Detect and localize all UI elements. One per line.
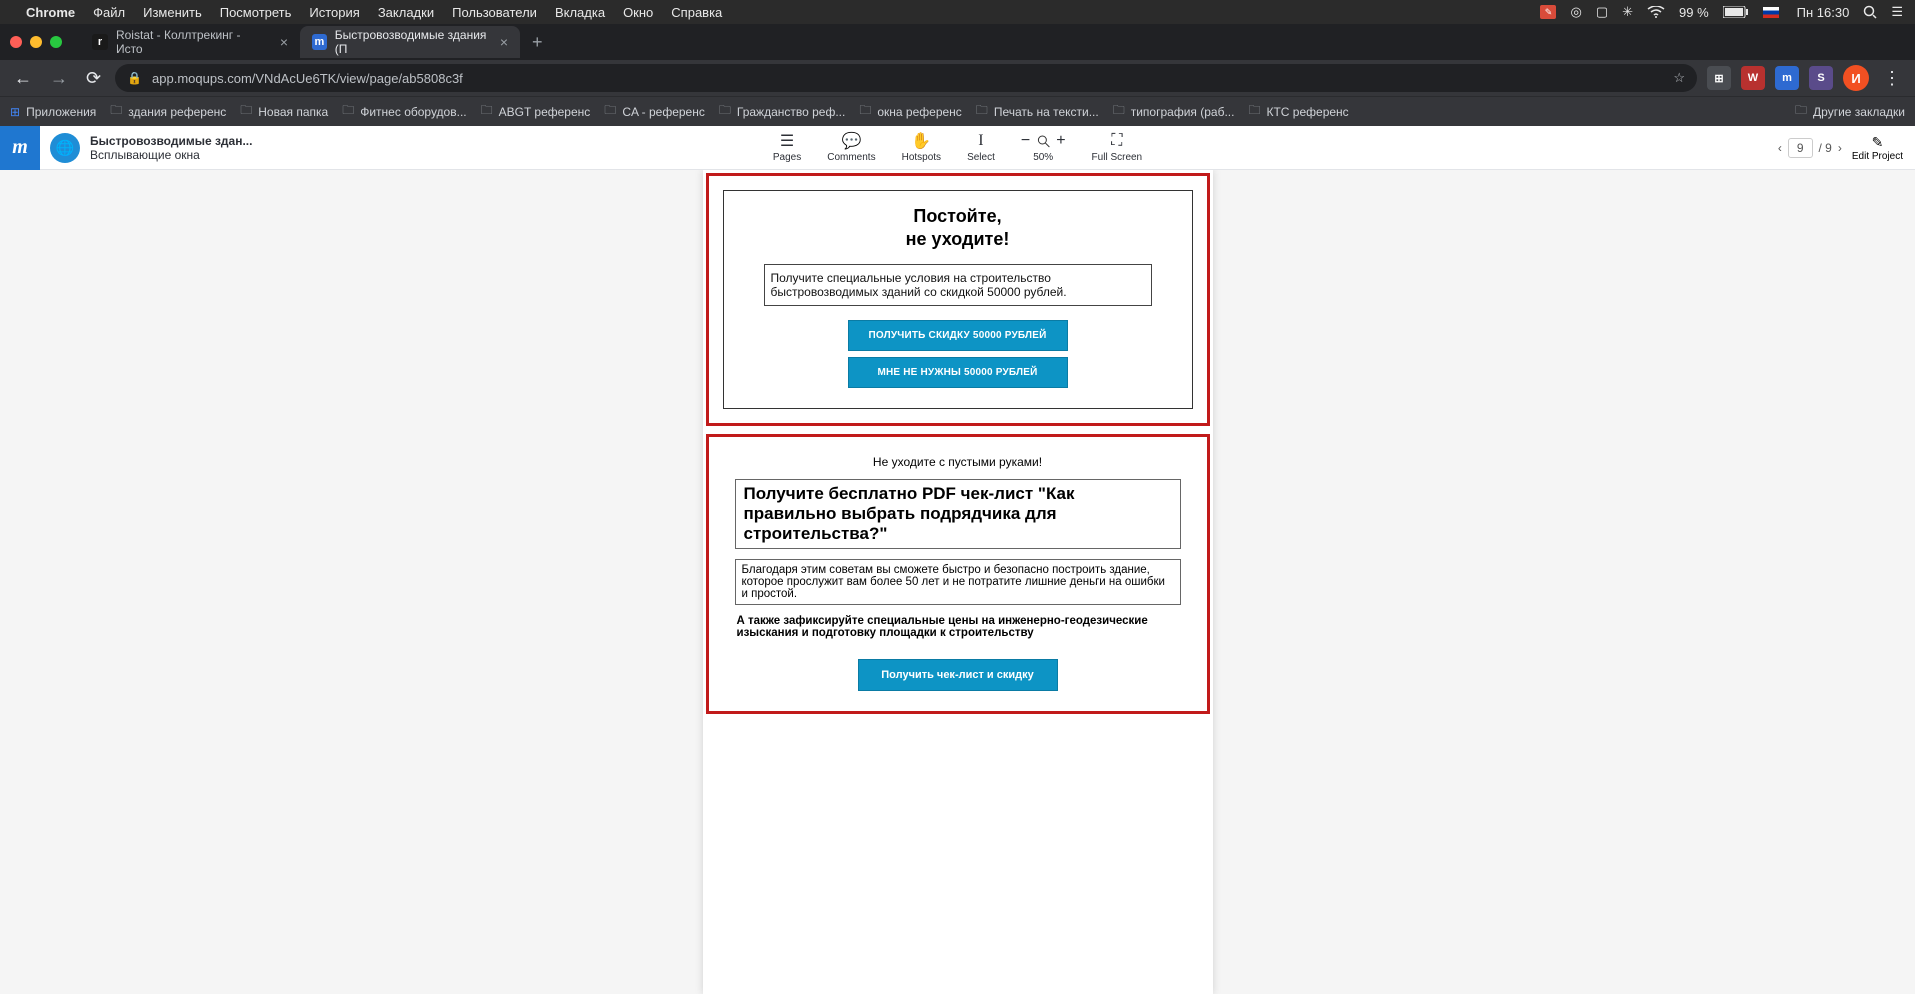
minimize-window-button[interactable]	[30, 36, 42, 48]
close-window-button[interactable]	[10, 36, 22, 48]
project-name: Быстровозводимые здан...	[90, 134, 252, 148]
input-flag[interactable]	[1763, 7, 1783, 18]
bookmark-folder[interactable]: 🗀КТС референс	[1248, 101, 1348, 122]
airplay-icon[interactable]: ▢	[1596, 4, 1608, 20]
menu-history[interactable]: История	[309, 5, 359, 20]
menu-app[interactable]: Chrome	[26, 5, 75, 20]
project-title: Быстровозводимые здан... Всплывающие окн…	[90, 134, 252, 162]
moqups-favicon: m	[312, 34, 327, 50]
prev-page-button[interactable]: ‹	[1778, 141, 1782, 155]
globe-icon[interactable]: 🌐	[50, 133, 80, 163]
current-page[interactable]: 9	[1788, 138, 1813, 158]
lock-icon: 🔒	[127, 71, 142, 85]
popup-body-text: Получите специальные условия на строител…	[764, 264, 1152, 306]
address-bar[interactable]: 🔒 app.moqups.com/VNdAcUe6TK/view/page/ab…	[115, 64, 1697, 92]
get-discount-button[interactable]: ПОЛУЧИТЬ СКИДКУ 50000 РУБЛЕЙ	[848, 320, 1068, 351]
get-checklist-button[interactable]: Получить чек-лист и скидку	[858, 659, 1058, 691]
other-bookmarks[interactable]: 🗀Другие закладки	[1795, 101, 1905, 122]
hotspots-tool[interactable]: ✋Hotspots	[902, 132, 941, 163]
tab-close-icon[interactable]: ×	[280, 34, 288, 50]
bluetooth-icon[interactable]: ✳	[1622, 4, 1633, 20]
bookmark-folder[interactable]: 🗀здания референс	[110, 101, 226, 122]
control-center-icon[interactable]: ☰	[1891, 4, 1903, 20]
menu-bookmarks[interactable]: Закладки	[378, 5, 434, 20]
apps-button[interactable]: ⊞Приложения	[10, 105, 96, 119]
wifi-icon[interactable]	[1647, 6, 1665, 18]
menu-edit[interactable]: Изменить	[143, 5, 202, 20]
bookmark-folder[interactable]: 🗀ABGT референс	[481, 101, 591, 122]
bookmarks-bar: ⊞Приложения 🗀здания референс 🗀Новая папк…	[0, 96, 1915, 126]
extension-icon-w[interactable]: W	[1741, 66, 1765, 90]
popup2-subtitle: Не уходите с пустыми руками!	[723, 455, 1193, 469]
tab-title: Roistat - Коллтрекинг - Исто	[116, 28, 270, 56]
extension-icon-s[interactable]: S	[1809, 66, 1833, 90]
tab-title: Быстровозводимые здания (П	[335, 28, 490, 56]
mac-menubar: Chrome Файл Изменить Посмотреть История …	[0, 0, 1915, 24]
page-total: / 9	[1819, 141, 1832, 155]
roistat-favicon: r	[92, 34, 108, 50]
menu-window[interactable]: Окно	[623, 5, 653, 20]
maximize-window-button[interactable]	[50, 36, 62, 48]
forward-button[interactable]: →	[46, 68, 72, 89]
spotlight-icon[interactable]	[1863, 5, 1877, 19]
bookmark-folder[interactable]: 🗀окна референс	[859, 101, 961, 122]
notification-icon[interactable]: ✎	[1540, 5, 1556, 19]
bookmark-folder[interactable]: 🗀Фитнес оборудов...	[342, 101, 466, 122]
pages-tool[interactable]: ☰Pages	[773, 132, 801, 163]
clock: Пн 16:30	[1797, 5, 1850, 20]
menu-file[interactable]: Файл	[93, 5, 125, 20]
comments-tool[interactable]: 💬Comments	[827, 132, 875, 163]
chrome-toolbar: ← → ⟳ 🔒 app.moqups.com/VNdAcUe6TK/view/p…	[0, 60, 1915, 96]
decline-discount-button[interactable]: МНЕ НЕ НУЖНЫ 50000 РУБЛЕЙ	[848, 357, 1068, 388]
popup-checklist: Не уходите с пустыми руками! Получите бе…	[706, 434, 1210, 714]
select-tool[interactable]: ISelect	[967, 132, 995, 163]
chrome-tab-strip: r Roistat - Коллтрекинг - Исто × m Быстр…	[0, 24, 1915, 60]
profile-avatar[interactable]: И	[1843, 65, 1869, 91]
extension-icon[interactable]: ⊞	[1707, 66, 1731, 90]
popup2-bold-text: А также зафиксируйте специальные цены на…	[735, 615, 1181, 639]
bookmark-folder[interactable]: 🗀Новая папка	[240, 101, 328, 122]
bookmark-folder[interactable]: 🗀Печать на тексти...	[976, 101, 1099, 122]
bookmark-folder[interactable]: 🗀Гражданство реф...	[719, 101, 845, 122]
menu-tab[interactable]: Вкладка	[555, 5, 605, 20]
tab-moqups[interactable]: m Быстровозводимые здания (П ×	[300, 26, 520, 58]
zoom-control[interactable]: −+ 50%	[1021, 132, 1066, 163]
tab-close-icon[interactable]: ×	[500, 34, 508, 50]
battery-level: 99 %	[1679, 5, 1709, 20]
menu-users[interactable]: Пользователи	[452, 5, 537, 20]
edit-project-button[interactable]: ✎ Edit Project	[1852, 134, 1903, 162]
extension-icon-m[interactable]: m	[1775, 66, 1799, 90]
window-controls	[10, 36, 62, 48]
popup2-body-text: Благодаря этим советам вы сможете быстро…	[735, 559, 1181, 605]
tab-roistat[interactable]: r Roistat - Коллтрекинг - Исто ×	[80, 26, 300, 58]
reload-button[interactable]: ⟳	[82, 68, 105, 89]
chrome-menu-icon[interactable]: ⋮	[1879, 68, 1905, 89]
popup-exit-intent: Постойте, не уходите! Получите специальн…	[706, 173, 1210, 426]
new-tab-button[interactable]: +	[520, 32, 555, 53]
design-canvas[interactable]: Постойте, не уходите! Получите специальн…	[0, 170, 1915, 994]
page-name: Всплывающие окна	[90, 148, 252, 162]
popup-heading-line1: Постойте,	[738, 205, 1178, 228]
page-navigator: ‹ 9 / 9 ›	[1778, 138, 1842, 158]
moqups-toolbar: m 🌐 Быстровозводимые здан... Всплывающие…	[0, 126, 1915, 170]
fullscreen-tool[interactable]: ⛶Full Screen	[1092, 132, 1143, 163]
battery-icon	[1723, 6, 1749, 18]
popup2-heading: Получите бесплатно PDF чек-лист "Как пра…	[735, 479, 1181, 549]
menu-view[interactable]: Посмотреть	[220, 5, 292, 20]
bookmark-folder[interactable]: 🗀CA - референс	[604, 101, 705, 122]
next-page-button[interactable]: ›	[1838, 141, 1842, 155]
bookmark-star-icon[interactable]: ☆	[1673, 70, 1685, 86]
artboard: Постойте, не уходите! Получите специальн…	[703, 170, 1213, 994]
moqups-logo[interactable]: m	[0, 126, 40, 170]
menu-help[interactable]: Справка	[671, 5, 722, 20]
bookmark-folder[interactable]: 🗀типография (раб...	[1113, 101, 1235, 122]
sync-icon[interactable]: ◎	[1570, 4, 1581, 20]
popup-heading-line2: не уходите!	[738, 228, 1178, 251]
url-text: app.moqups.com/VNdAcUe6TK/view/page/ab58…	[152, 71, 463, 86]
back-button[interactable]: ←	[10, 68, 36, 89]
